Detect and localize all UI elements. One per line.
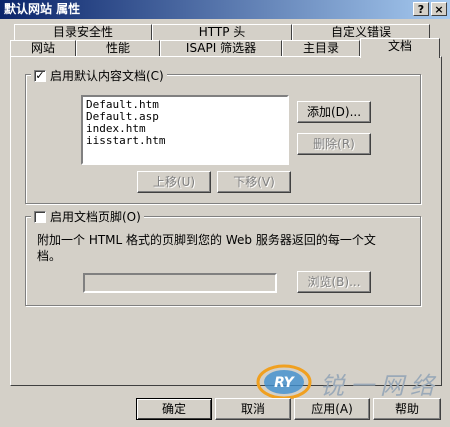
apply-button[interactable]: 应用(A) [294,398,370,420]
window-title: 默认网站 属性 [4,2,81,16]
add-button[interactable]: 添加(D)... [297,101,371,123]
help-title-button[interactable]: ? [413,2,429,16]
remove-button[interactable]: 删除(R) [297,133,371,155]
tab-isapi-filters[interactable]: ISAPI 筛选器 [160,40,282,57]
document-footer-checkbox[interactable] [34,210,46,223]
svg-text:RY: RY [274,375,295,391]
documents-panel: ✓ 启用默认内容文档(C) Default.htm Default.asp in… [10,56,442,386]
document-footer-toggle[interactable]: 启用文档页脚(O) [31,208,144,225]
close-button[interactable]: × [431,2,447,16]
tab-documents[interactable]: 文档 [360,38,440,58]
list-item[interactable]: iisstart.htm [86,135,284,147]
tab-home-directory[interactable]: 主目录 [282,40,360,57]
help-button[interactable]: 帮助 [373,398,441,420]
default-document-label: 启用默认内容文档(C) [50,69,164,83]
tab-directory-security[interactable]: 目录安全性 [14,24,152,41]
default-document-toggle[interactable]: ✓ 启用默认内容文档(C) [31,67,167,84]
document-footer-label: 启用文档页脚(O) [50,210,141,224]
browse-button[interactable]: 浏览(B)... [297,271,371,293]
ok-button[interactable]: 确定 [136,398,212,420]
title-bar: 默认网站 属性 ? × [0,0,450,19]
move-down-button[interactable]: 下移(V) [217,171,291,193]
footer-description: 附加一个 HTML 格式的页脚到您的 Web 服务器返回的每一个文 档。 [37,233,376,263]
watermark-text: 锐一网络 [320,372,440,400]
default-document-checkbox[interactable]: ✓ [34,69,46,82]
cancel-button[interactable]: 取消 [215,398,291,420]
tab-performance[interactable]: 性能 [76,40,160,57]
footer-path-input[interactable] [83,273,277,293]
tab-website[interactable]: 网站 [10,40,76,57]
move-up-button[interactable]: 上移(U) [137,171,211,193]
default-document-list[interactable]: Default.htm Default.asp index.htm iissta… [81,95,289,165]
tab-http-headers[interactable]: HTTP 头 [152,24,292,41]
